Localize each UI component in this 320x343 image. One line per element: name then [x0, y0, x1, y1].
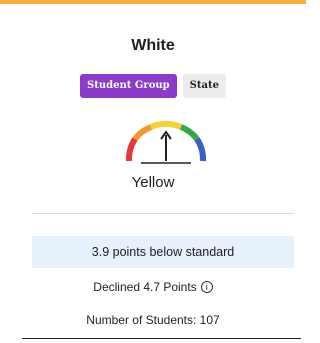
change-row: Declined 4.7 Points i: [0, 280, 306, 294]
info-icon[interactable]: i: [200, 281, 213, 293]
performance-gauge-icon: [125, 120, 207, 164]
number-of-students: Number of Students: 107: [86, 313, 220, 327]
status-color-label: Yellow: [131, 174, 175, 191]
change-text: Declined 4.7 Points: [93, 280, 197, 294]
comparison-tabs: Student Group State: [0, 74, 306, 98]
tab-state[interactable]: State: [182, 74, 226, 98]
tab-student-group[interactable]: Student Group: [80, 74, 177, 98]
dashboard-card: White Student Group State Yellow 3.9 poi…: [0, 4, 306, 343]
bottom-divider: [22, 338, 301, 339]
distance-from-standard: 3.9 points below standard: [32, 236, 294, 268]
divider: [32, 213, 294, 214]
student-group-title: White: [131, 37, 175, 54]
